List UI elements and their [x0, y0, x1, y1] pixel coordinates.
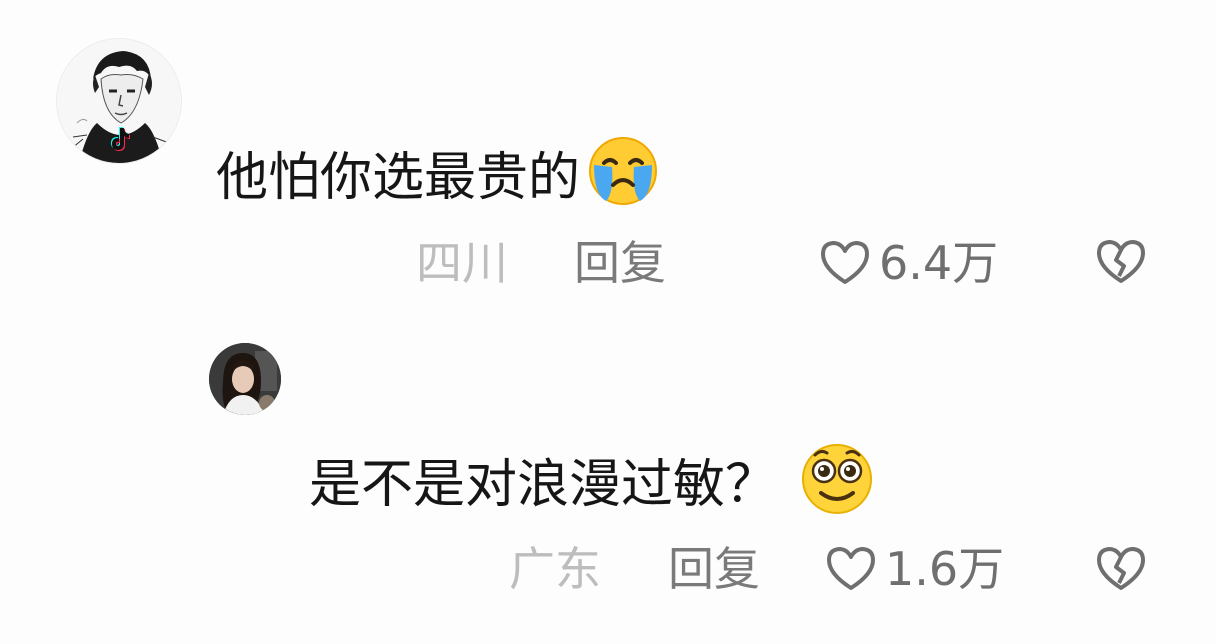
comment-body: 是不是对浪漫过敏？ — [309, 454, 778, 515]
comment-body: 他怕你选最贵的 — [216, 147, 581, 208]
smiling-face-big-eyes-icon — [797, 441, 877, 528]
tiktok-logo-icon — [109, 125, 133, 157]
broken-heart-icon[interactable] — [1094, 236, 1148, 290]
user-avatar[interactable] — [209, 343, 281, 415]
reply-button[interactable]: 回复 — [668, 544, 760, 594]
comment-location: 广东 — [509, 542, 601, 596]
like-count: 1.6万 — [885, 542, 1005, 596]
comment-location: 四川 — [416, 236, 508, 290]
user-avatar[interactable] — [57, 39, 181, 163]
avatar-photo — [209, 343, 281, 415]
comment-text: 他怕你选最贵的 — [216, 135, 660, 220]
heart-outline-icon — [821, 241, 869, 284]
like-count: 6.4万 — [879, 236, 999, 290]
like-button[interactable]: 1.6万 — [825, 544, 1004, 594]
loudly-crying-face-icon — [586, 135, 660, 220]
reply-button[interactable]: 回复 — [574, 238, 666, 288]
like-button[interactable]: 6.4万 — [819, 238, 998, 288]
heart-outline-icon — [827, 547, 875, 590]
broken-heart-icon[interactable] — [1094, 543, 1148, 597]
comment-text: 是不是对浪漫过敏？ — [309, 441, 877, 528]
